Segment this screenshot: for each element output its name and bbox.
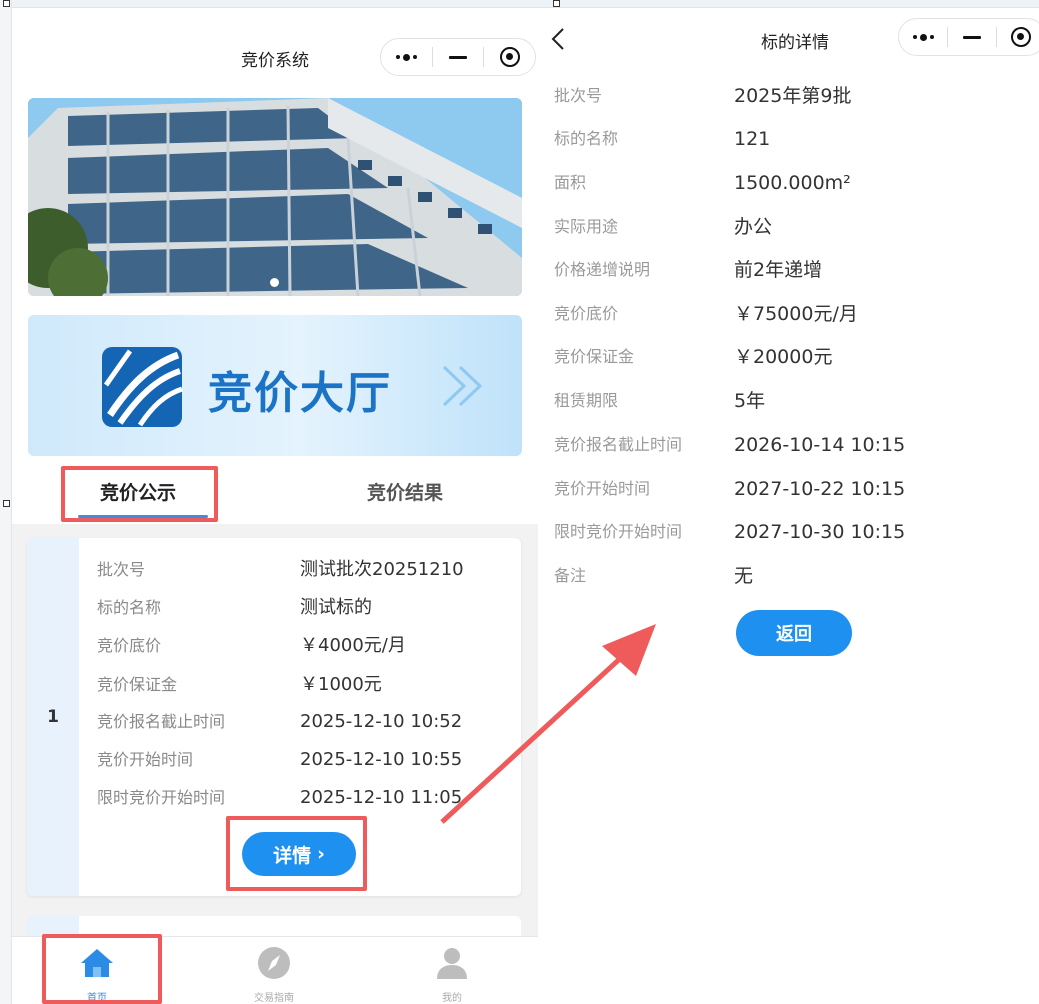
row-value: ￥1000元 <box>300 674 382 695</box>
miniprogram-capsule <box>898 18 1039 56</box>
detail-value: 2027-10-22 10:15 <box>734 478 906 500</box>
bidding-hall-label: 竞价大厅 <box>208 368 392 419</box>
detail-label: 标的名称 <box>554 129 619 148</box>
detail-label: 批次号 <box>554 86 603 105</box>
resize-handle[interactable] <box>3 500 10 507</box>
row-label: 竞价保证金 <box>97 675 178 694</box>
target-icon <box>1011 27 1031 47</box>
tabbar-item-mine[interactable]: 我的 <box>397 937 507 1004</box>
detail-value: 1500.000m² <box>734 172 851 194</box>
row-value: 测试标的 <box>300 597 372 618</box>
building-image <box>28 98 522 296</box>
detail-label: 竞价底价 <box>554 304 619 323</box>
page-title: 标的详情 <box>761 33 829 53</box>
minimize-button[interactable] <box>433 39 484 75</box>
detail-value: ￥75000元/月 <box>734 303 858 325</box>
tab-bidding-results[interactable]: 竞价结果 <box>367 478 443 505</box>
row-label: 竞价报名截止时间 <box>97 712 226 731</box>
bidding-hall-logo-icon <box>102 347 183 427</box>
row-label: 标的名称 <box>97 598 162 617</box>
detail-label: 租赁期限 <box>554 391 619 410</box>
detail-value: 5年 <box>734 390 766 412</box>
item-index: 1 <box>27 538 79 896</box>
detail-value: 无 <box>734 565 754 587</box>
row-label: 限时竞价开始时间 <box>97 788 226 807</box>
user-icon <box>437 948 467 979</box>
miniprogram-capsule <box>380 38 536 76</box>
detail-label: 面积 <box>554 173 587 192</box>
detail-label: 价格递增说明 <box>554 260 651 279</box>
row-label: 竞价开始时间 <box>97 750 194 769</box>
detail-value: 2025年第9批 <box>734 85 852 107</box>
row-value: 2025-12-10 10:52 <box>300 711 463 732</box>
row-value: ￥4000元/月 <box>300 635 406 656</box>
banner-carousel[interactable] <box>28 98 522 296</box>
return-button[interactable]: 返回 <box>736 610 852 656</box>
minus-icon <box>963 35 981 39</box>
detail-label: 竞价保证金 <box>554 347 635 366</box>
compass-icon <box>258 947 290 979</box>
detail-label: 竞价报名截止时间 <box>554 435 683 454</box>
detail-label: 竞价开始时间 <box>554 479 651 498</box>
close-miniprogram-button[interactable] <box>997 19 1039 55</box>
tabbar-item-guide[interactable]: 交易指南 <box>219 937 329 1004</box>
detail-value: 2026-10-14 10:15 <box>734 434 906 456</box>
detail-label: 限时竞价开始时间 <box>554 522 683 541</box>
row-value: 2025-12-10 11:05 <box>300 787 463 808</box>
bidding-hall-entry[interactable]: 竞价大厅 <box>28 315 522 456</box>
annotation-box-home <box>42 934 162 1004</box>
resize-handle[interactable] <box>3 0 10 7</box>
more-dots-icon <box>912 33 934 41</box>
annotation-box-tab <box>61 466 218 522</box>
more-button[interactable] <box>899 19 947 55</box>
row-label: 批次号 <box>97 560 146 579</box>
resize-handle[interactable] <box>553 0 560 7</box>
row-value: 2025-12-10 10:55 <box>300 749 463 770</box>
detail-value: 2027-10-30 10:15 <box>734 521 906 543</box>
annotation-box-detail <box>226 816 367 891</box>
detail-label: 实际用途 <box>554 217 619 236</box>
tabbar-label: 交易指南 <box>254 993 294 1004</box>
row-label: 竞价底价 <box>97 636 162 655</box>
minimize-button[interactable] <box>948 19 996 55</box>
close-miniprogram-button[interactable] <box>484 39 535 75</box>
detail-screen: 标的详情 批次号 2025年第9批 标的名称 121 面积 1500.000m²… <box>540 8 1039 1004</box>
target-icon <box>499 47 520 67</box>
detail-value: 办公 <box>734 216 773 238</box>
detail-label: 备注 <box>554 566 587 585</box>
carousel-indicator-dot[interactable] <box>270 278 279 287</box>
detail-value: 前2年递增 <box>734 259 823 281</box>
detail-value: ￥20000元 <box>734 346 833 368</box>
minus-icon <box>449 55 467 59</box>
window-top-strip <box>0 0 1039 8</box>
tabbar-label: 我的 <box>442 993 462 1004</box>
more-button[interactable] <box>381 39 432 75</box>
back-icon[interactable] <box>548 26 568 52</box>
double-chevron-right-icon <box>442 365 483 407</box>
more-dots-icon <box>395 53 417 61</box>
detail-value: 121 <box>734 128 771 150</box>
row-value: 测试批次20251210 <box>300 559 464 580</box>
